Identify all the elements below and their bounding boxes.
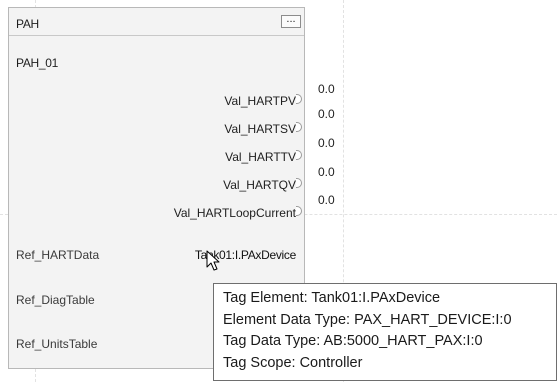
output-label-hartpv: Val_HARTPV — [224, 94, 296, 108]
output-label-harttv: Val_HARTTV — [225, 150, 296, 164]
output-value-hartloopcurrent: 0.0 — [318, 193, 335, 207]
output-label-hartsv: Val_HARTSV — [224, 122, 296, 136]
tooltip-element-data-type: Element Data Type: PAX_HART_DEVICE:I:0 — [223, 311, 512, 328]
mouse-pointer-icon — [206, 250, 220, 271]
block-instance-name[interactable]: PAH_01 — [16, 56, 58, 70]
output-value-hartpv: 0.0 — [318, 82, 335, 96]
output-value-hartqv: 0.0 — [318, 165, 335, 179]
input-label-unitstable: Ref_UnitsTable — [16, 337, 98, 351]
tooltip-tag-scope: Tag Scope: Controller — [223, 354, 363, 371]
block-header: PAH ... — [9, 8, 304, 36]
output-value-harttv: 0.0 — [318, 136, 335, 150]
tooltip-tag-element: Tag Element: Tank01:I.PAxDevice — [223, 290, 441, 306]
input-label-hartdata: Ref_HARTData — [16, 248, 100, 262]
tooltip-tag-data-type: Tag Data Type: AB:5000_HART_PAX:I:0 — [223, 333, 483, 349]
input-label-diagtable: Ref_DiagTable — [16, 293, 95, 307]
block-properties-button[interactable]: ... — [281, 14, 301, 28]
output-value-hartsv: 0.0 — [318, 107, 335, 121]
tag-info-tooltip: Tag Element: Tank01:I.PAxDevice Element … — [213, 283, 557, 381]
output-label-hartloopcurrent: Val_HARTLoopCurrent — [173, 206, 296, 220]
block-title: PAH — [16, 17, 39, 31]
output-label-hartqv: Val_HARTQV — [223, 178, 296, 192]
